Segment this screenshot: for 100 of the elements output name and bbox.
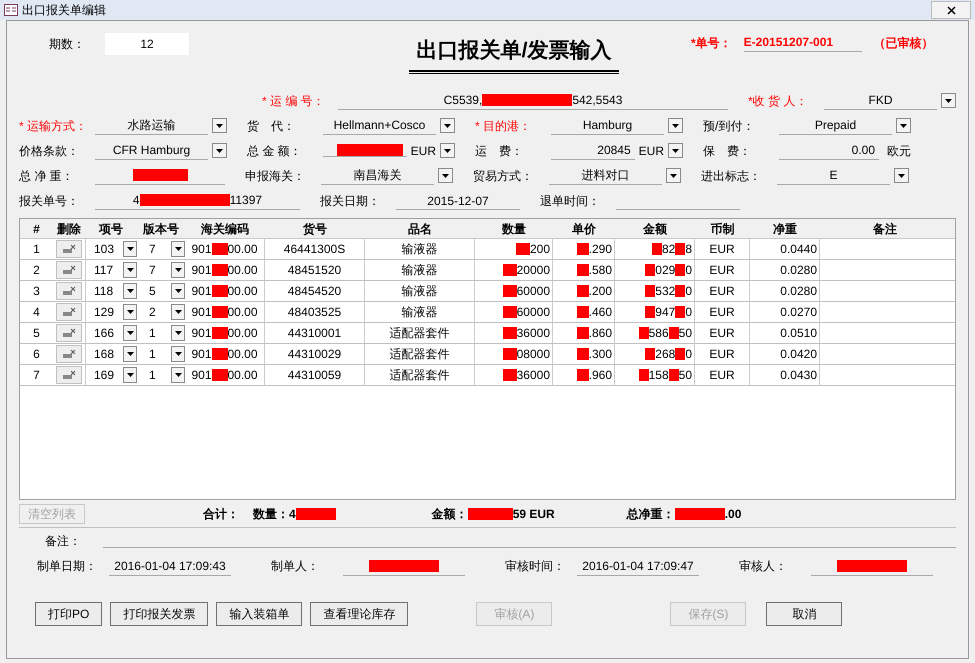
redaction-bar [837, 560, 907, 572]
dropdown-field[interactable]: Hellmann+Cosco [323, 116, 436, 135]
dropdown-field[interactable]: Prepaid [779, 116, 892, 135]
field-text: 901 [191, 325, 212, 342]
eraser-icon [62, 286, 76, 296]
delete-button[interactable] [56, 324, 82, 342]
field-text: 60000 [516, 304, 550, 321]
item-number-cell[interactable]: 169 [94, 366, 114, 384]
dropdown-field[interactable]: CFR Hamburg [95, 141, 208, 160]
version-cell[interactable]: 7 [149, 240, 156, 258]
action-button[interactable]: 打印PO [35, 602, 102, 626]
column-header: # [32, 220, 41, 238]
field-text: 4 [289, 506, 296, 522]
column-header: 删除 [56, 220, 82, 238]
field-text: .860 [588, 325, 612, 342]
currency-cell: EUR [695, 302, 750, 322]
action-button[interactable]: 取消 [766, 602, 842, 626]
item-number-cell[interactable]: 168 [94, 345, 114, 363]
audit-label: 制单日期： [36, 558, 98, 575]
dropdown-field[interactable]: Hamburg [551, 116, 664, 135]
redaction-bar [576, 348, 589, 360]
delete-button[interactable] [56, 261, 82, 279]
row-number: 1 [32, 241, 41, 258]
redaction-bar [502, 264, 517, 276]
redaction-bar [576, 369, 589, 381]
field-text: 2016-01-04 17:09:47 [582, 558, 694, 574]
item-number-cell[interactable]: 117 [94, 261, 114, 279]
period-field[interactable]: 12 [105, 33, 189, 55]
column-header: 版本号 [142, 220, 180, 238]
action-button[interactable]: 打印报关发票 [110, 602, 208, 626]
field-text: 00.00 [228, 304, 258, 321]
redaction-bar [502, 327, 517, 339]
text-field[interactable] [95, 166, 225, 184]
part-number-cell: 48451520 [265, 260, 365, 280]
redaction-bar [675, 243, 686, 255]
version-cell[interactable]: 1 [149, 324, 156, 342]
remarks-label: 备注： [44, 533, 82, 550]
product-name-cell: 适配器套件 [365, 344, 475, 364]
field-text: .960 [588, 367, 612, 384]
dropdown-field[interactable]: 进料对口 [549, 166, 662, 185]
field-label: * 运输方式： [19, 118, 88, 134]
amount-field[interactable]: 20845 [551, 141, 635, 160]
window-title: 出口报关单编辑 [22, 2, 106, 19]
delete-button[interactable] [56, 282, 82, 300]
redaction-bar [212, 306, 228, 318]
text-field[interactable]: C5539, 542,5543 [338, 92, 728, 110]
dropdown-field[interactable]: 南昌海关 [321, 166, 434, 185]
audit-field[interactable]: 2016-01-04 17:09:43 [109, 556, 231, 576]
eraser-icon [62, 349, 76, 359]
part-number-cell: 44310029 [265, 344, 365, 364]
version-cell[interactable]: 1 [149, 345, 156, 363]
field-text: 82 [662, 241, 676, 258]
field-label: 报关日期： [320, 192, 381, 210]
status-text: （已审核） [874, 34, 934, 52]
redaction-bar [638, 327, 649, 339]
amount-field[interactable]: 0.00 [779, 141, 879, 160]
currency-cell: EUR [695, 344, 750, 364]
redaction-bar [502, 285, 517, 297]
version-cell[interactable]: 1 [149, 366, 156, 384]
redaction-bar [212, 243, 228, 255]
field-text: .00 [724, 506, 742, 522]
version-cell[interactable]: 5 [149, 282, 156, 300]
delete-button[interactable] [56, 366, 82, 384]
delete-button[interactable] [56, 345, 82, 363]
field-text: .580 [588, 262, 612, 279]
column-header: 海关编码 [200, 220, 250, 238]
number-field[interactable]: E-20151207-001 [744, 33, 862, 52]
field-label: 申报海关： [245, 168, 306, 184]
item-number-cell[interactable]: 118 [94, 282, 114, 300]
close-button[interactable] [931, 1, 971, 19]
dropdown-field[interactable]: FKD [824, 91, 937, 110]
net-weight-cell: 0.0440 [750, 239, 820, 259]
item-number-cell[interactable]: 129 [94, 303, 114, 321]
field-text: 20000 [516, 262, 550, 279]
action-button[interactable]: 查看理论库存 [310, 602, 408, 626]
eraser-icon [62, 265, 76, 275]
item-number-cell[interactable]: 103 [94, 240, 114, 258]
row-number: 3 [32, 283, 41, 300]
action-button[interactable]: 输入装箱单 [216, 602, 302, 626]
field-text: 00.00 [228, 241, 258, 258]
field-text: .290 [588, 241, 612, 258]
delete-button[interactable] [56, 240, 82, 258]
redaction-bar [336, 144, 403, 156]
audit-field[interactable]: 2016-01-04 17:09:47 [577, 556, 699, 576]
dropdown-field[interactable]: E [777, 166, 890, 185]
amount-field[interactable] [323, 144, 407, 157]
text-field[interactable]: 2015-12-07 [396, 192, 520, 210]
item-number-cell[interactable]: 166 [94, 324, 114, 342]
version-cell[interactable]: 7 [149, 261, 156, 279]
field-text: 50 [678, 325, 692, 342]
dropdown-field[interactable]: 水路运输 [95, 116, 208, 135]
redaction-bar [668, 369, 679, 381]
delete-button[interactable] [56, 303, 82, 321]
part-number-cell: 48403525 [265, 302, 365, 322]
currency-text: EUR [410, 142, 436, 160]
redaction-bar [576, 327, 589, 339]
version-cell[interactable]: 2 [149, 303, 156, 321]
text-field[interactable]: 4 11397 [95, 192, 300, 210]
field-text: 542,5543 [572, 92, 622, 109]
field-text: C5539, [444, 92, 482, 109]
